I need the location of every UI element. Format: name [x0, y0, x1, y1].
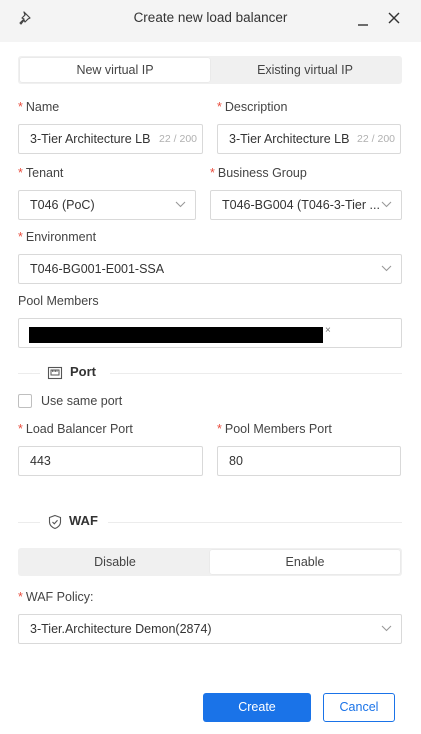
environment-label: * Environment [18, 230, 97, 244]
waf-enable-option[interactable]: Enable [210, 550, 400, 574]
existing-virtual-ip-option[interactable]: Existing virtual IP [210, 58, 400, 82]
create-button[interactable]: Create [203, 693, 311, 722]
description-label: * Description [217, 100, 288, 114]
waf-section-title: WAF [69, 513, 98, 528]
waf-disable-option[interactable]: Disable [20, 550, 210, 574]
shield-check-icon [48, 514, 62, 530]
chevron-down-icon [381, 201, 392, 208]
tenant-label: * Tenant [18, 166, 64, 180]
use-same-port-label: Use same port [41, 394, 123, 408]
network-port-icon [47, 366, 63, 380]
use-same-port-checkbox[interactable] [18, 394, 32, 408]
create-load-balancer-dialog: Create new load balancer New virtual IP … [0, 0, 421, 734]
new-virtual-ip-option[interactable]: New virtual IP [20, 58, 210, 82]
port-section-header: Port [18, 363, 402, 383]
name-label: * Name [18, 100, 60, 114]
chevron-down-icon [381, 265, 392, 272]
waf-section-header: WAF [18, 512, 402, 532]
business-group-label: * Business Group [210, 166, 307, 180]
ip-mode-toggle: New virtual IP Existing virtual IP [18, 56, 402, 84]
minimize-icon[interactable] [355, 10, 371, 28]
description-char-counter: 22 / 200 [357, 133, 395, 145]
waf-toggle: Disable Enable [18, 548, 402, 576]
pool-members-select[interactable]: × [18, 318, 402, 348]
environment-select[interactable]: T046-BG001-E001-SSA [18, 254, 402, 284]
waf-policy-select[interactable]: 3-Tier.Architecture Demon(2874) [18, 614, 402, 644]
name-char-counter: 22 / 200 [159, 133, 197, 145]
lb-port-label: * Load Balancer Port [18, 422, 133, 436]
tenant-select[interactable]: T046 (PoC) [18, 190, 196, 220]
lb-port-input[interactable]: 443 [18, 446, 203, 476]
chevron-down-icon [381, 625, 392, 632]
dialog-header: Create new load balancer [0, 0, 421, 42]
business-group-select[interactable]: T046-BG004 (T046-3-Tier ... [210, 190, 402, 220]
name-input[interactable]: 3-Tier Architecture LB 22 / 200 [18, 124, 203, 154]
remove-tag-icon[interactable]: × [325, 325, 331, 336]
cancel-button[interactable]: Cancel [323, 693, 395, 722]
pool-port-input[interactable]: 80 [217, 446, 401, 476]
close-icon[interactable] [385, 9, 403, 27]
redacted-pool-member-tag [29, 327, 323, 343]
chevron-down-icon [175, 201, 186, 208]
port-section-title: Port [70, 364, 96, 379]
pool-members-label: Pool Members [18, 294, 99, 308]
description-input[interactable]: 3-Tier Architecture LB 22 / 200 [217, 124, 401, 154]
waf-policy-label: * WAF Policy: [18, 590, 94, 604]
pool-port-label: * Pool Members Port [217, 422, 332, 436]
